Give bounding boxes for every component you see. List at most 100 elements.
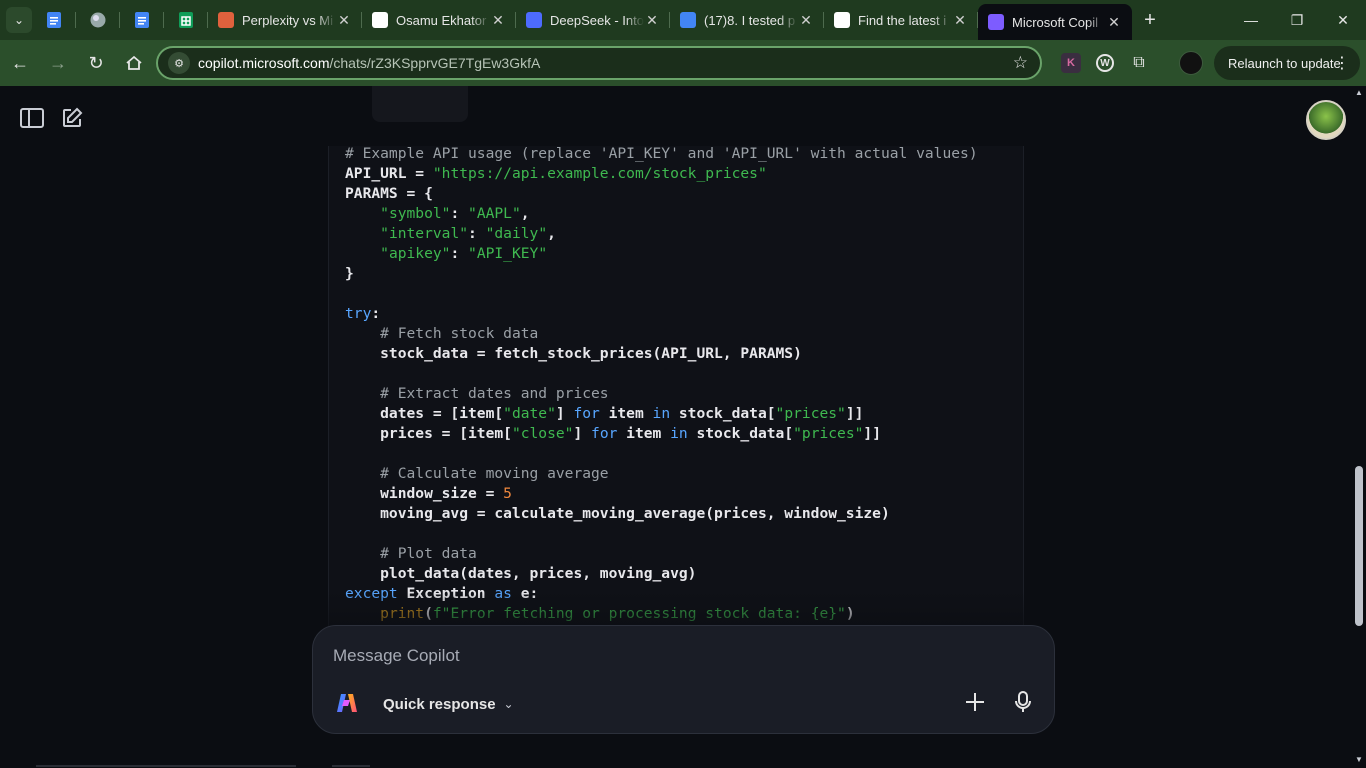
code-token: : [468,225,486,242]
address-bar[interactable]: ⚙ copilot.microsoft.com/chats/rZ3KSpprvG… [156,46,1042,80]
window-controls: — ❐ ✕ [1228,0,1366,40]
close-window-icon[interactable]: ✕ [1320,0,1366,40]
more-vert-icon[interactable]: ⋮ [1334,53,1350,73]
perplexity-icon [218,12,234,28]
browser-tab[interactable]: Find the latest i ✕ [824,0,978,40]
extension-k-icon: K [1061,53,1081,73]
code-line: try: [345,304,978,324]
code-token: } [345,265,354,282]
sidebar-toggle-icon[interactable] [20,108,44,128]
extension-w[interactable]: W [1088,46,1122,80]
code-token: stock_data[ [670,405,776,422]
close-tab-icon[interactable]: ✕ [952,12,968,29]
chatgpt-icon [372,12,388,28]
code-line: "symbol": "AAPL", [345,204,978,224]
close-tab-icon[interactable]: ✕ [490,12,506,29]
code-token: 5 [503,485,512,502]
tab-title: Microsoft Copil [1012,14,1098,30]
code-token: ] [573,425,592,442]
code-token: ]] [863,425,881,442]
scrollbar-thumb[interactable] [1355,466,1363,626]
new-tab-button[interactable]: + [1132,9,1168,32]
minimize-icon[interactable]: — [1228,0,1274,40]
close-tab-icon[interactable]: ✕ [336,12,352,29]
browser-tab[interactable]: DeepSeek - Into ✕ [516,0,670,40]
code-token: : [450,205,469,222]
docs-icon [47,12,61,28]
code-token: : [450,245,469,262]
close-tab-icon[interactable]: ✕ [1106,14,1122,31]
response-mode-dropdown[interactable]: Quick response ⌄ [383,692,514,716]
code-token: in [652,405,671,422]
bookmark-star-icon[interactable]: ☆ [1013,53,1028,73]
back-button[interactable]: ← [2,45,38,81]
pinned-tab-docs[interactable] [32,0,76,40]
profile-button[interactable] [1174,46,1208,80]
voice-input-button[interactable] [1009,688,1037,716]
browser-tab[interactable]: Microsoft Copil ✕ [978,4,1132,40]
new-chat-icon[interactable] [60,106,84,130]
pinned-tab-docs-2[interactable] [120,0,164,40]
restore-icon[interactable]: ❐ [1274,0,1320,40]
code-token: # Extract dates and prices [380,385,609,402]
code-token: , [520,205,530,222]
scroll-down-icon[interactable]: ▼ [1355,755,1363,764]
relaunch-button[interactable]: Relaunch to update ⋮ [1214,46,1360,80]
code-line: print(f"Error fetching or processing sto… [345,604,978,624]
code-token: "API_KEY" [468,245,548,262]
code-token: prices = [item[ [345,425,512,442]
tab-search-button[interactable]: ⌄ [6,7,32,33]
code-token: for [573,405,600,422]
copilot-page: # Example API usage (replace 'API_KEY' a… [0,86,1366,768]
avatar[interactable] [1306,100,1346,140]
code-token: "apikey" [380,245,451,262]
divider [332,765,370,767]
site-info-icon[interactable]: ⚙ [168,52,190,74]
chevron-down-icon: ⌄ [503,697,514,711]
code-line: "interval": "daily", [345,224,978,244]
tab-title: (17)8. I tested p [704,12,796,28]
code-token: as [494,585,512,602]
code-token: item [617,425,671,442]
home-button[interactable] [116,45,152,81]
extensions-button[interactable]: ⧉ [1122,46,1156,80]
code-token: , [547,225,556,242]
reload-icon: ↻ [88,52,104,73]
scroll-up-icon[interactable]: ▲ [1355,88,1363,97]
docs-icon [680,12,696,28]
tab-title: Perplexity vs Mi [242,12,334,28]
code-line: # Plot data [345,544,978,564]
close-tab-icon[interactable]: ✕ [798,12,814,29]
code-token: "daily" [485,225,548,242]
code-content: # Example API usage (replace 'API_KEY' a… [345,146,978,624]
add-attachment-button[interactable] [961,688,989,716]
reload-button[interactable]: ↻ [78,45,114,81]
browser-toolbar: ← → ↻ ⚙ copilot.microsoft.com/chats/rZ3K… [0,40,1366,86]
code-line: dates = [item["date"] for item in stock_… [345,404,978,424]
extensions-area: K W ⧉ [1054,40,1208,86]
extension-k[interactable]: K [1054,46,1088,80]
pinned-tab-sheets[interactable] [164,0,208,40]
page-scrollbar[interactable]: ▲ ▼ [1352,86,1366,768]
code-token: # Example API usage (replace 'API_KEY' a… [345,146,978,162]
url-text[interactable]: copilot.microsoft.com/chats/rZ3KSpprvGE7… [198,55,540,71]
forward-button[interactable]: → [40,45,76,81]
close-tab-icon[interactable]: ✕ [644,12,660,29]
divider [36,765,296,767]
browser-tab[interactable]: Perplexity vs Mi ✕ [208,0,362,40]
back-arrow-icon: ← [11,52,29,73]
message-input[interactable] [333,644,933,668]
browser-tab[interactable]: (17)8. I tested p ✕ [670,0,824,40]
code-token: "prices" [775,405,846,422]
copilot-icon [988,14,1004,30]
pinned-tab-web[interactable] [76,0,120,40]
code-token: f"Error fetching or processing stock dat… [432,605,846,622]
code-token: "symbol" [380,205,451,222]
code-token: "interval" [380,225,469,242]
browser-tab[interactable]: Osamu Ekhator ✕ [362,0,516,40]
